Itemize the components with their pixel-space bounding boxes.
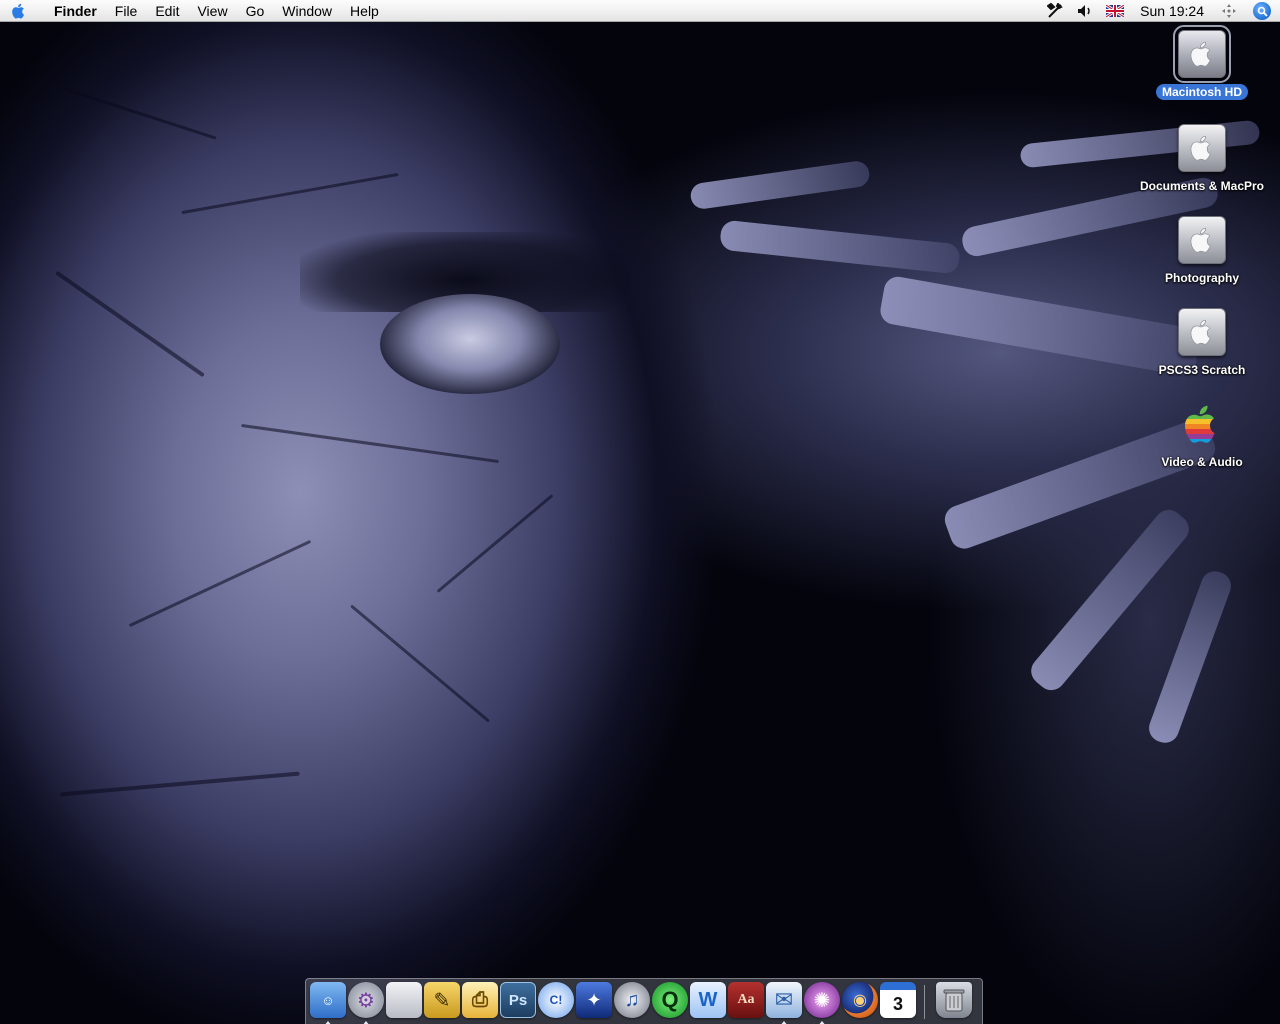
apple-menu[interactable] xyxy=(0,0,38,22)
menu-clock[interactable]: Sun 19:24 xyxy=(1130,3,1214,19)
dock-dictionary[interactable]: Aa xyxy=(728,982,764,1018)
hard-drive-icon xyxy=(1178,124,1226,172)
wizard-icon: ✦ xyxy=(586,989,602,1010)
volume-icon[interactable] xyxy=(1070,0,1100,22)
printer-icon: ⎙ xyxy=(472,988,488,1011)
wallpaper-hand xyxy=(689,159,871,211)
wallpaper-crack xyxy=(55,270,205,378)
comic-life-icon: C! xyxy=(549,993,563,1007)
tools-icon[interactable] xyxy=(1040,0,1070,22)
move-arrows-icon[interactable] xyxy=(1214,0,1244,22)
spotlight-ball xyxy=(1253,2,1271,20)
menu-extras: Sun 19:24 xyxy=(1040,0,1280,22)
apple-logo-icon xyxy=(12,3,24,18)
photoshop-icon: Ps xyxy=(508,991,528,1009)
menu-help[interactable]: Help xyxy=(341,0,388,22)
menu-edit[interactable]: Edit xyxy=(146,0,188,22)
desktop-icon-label: PSCS3 Scratch xyxy=(1158,363,1246,377)
desktop-icon-label: Video & Audio xyxy=(1161,455,1243,469)
wallpaper-hand xyxy=(719,219,961,275)
menu-view[interactable]: View xyxy=(188,0,236,22)
hard-drive-icon xyxy=(1178,308,1226,356)
dock-wizard-app[interactable]: ✦ xyxy=(576,982,612,1018)
desktop-icon-documents-macpro[interactable]: Documents & MacPro xyxy=(1127,124,1277,194)
menu-file[interactable]: File xyxy=(106,0,147,22)
nebula-icon: ✺ xyxy=(813,989,831,1012)
dock-firefox[interactable]: ◉ xyxy=(842,982,878,1018)
wallpaper-crack xyxy=(241,423,499,464)
web-w-icon: W xyxy=(698,988,718,1011)
dock-ical[interactable]: 3 xyxy=(880,982,916,1018)
rainbow-apple-icon xyxy=(1178,400,1226,448)
finder-icon: ☺ xyxy=(321,992,335,1008)
dock-photoshop[interactable]: Ps xyxy=(500,982,536,1018)
desktop-icon-label: Documents & MacPro xyxy=(1139,179,1265,193)
itunes-icon: ♫ xyxy=(624,988,640,1011)
dock: ☺ ⚙ ✎ ⎙ Ps C! ✦ ♫ Q W Aa ✉ ✺ ◉ 3 xyxy=(305,978,983,1024)
dock-boot-camp[interactable] xyxy=(386,982,422,1018)
calendar-icon: 3 xyxy=(892,993,903,1014)
mail-icon: ✉ xyxy=(774,987,794,1012)
dock-itunes[interactable]: ♫ xyxy=(614,982,650,1018)
gear-prefs-icon: ⚙ xyxy=(357,989,375,1012)
wallpaper-crack xyxy=(128,539,312,628)
hard-drive-icon xyxy=(1173,25,1231,83)
spotlight-search-icon[interactable] xyxy=(1244,0,1280,22)
wallpaper-crack xyxy=(181,172,399,215)
menu-bar: Finder File Edit View Go Window Help Sun… xyxy=(0,0,1280,22)
desktop-icon-label: Macintosh HD xyxy=(1155,84,1248,100)
menu-app-name[interactable]: Finder xyxy=(38,0,106,22)
dock-comic-life[interactable]: C! xyxy=(538,982,574,1018)
firefox-icon: ◉ xyxy=(853,992,867,1009)
desktop-icon-macintosh-hd[interactable]: Macintosh HD xyxy=(1127,25,1277,100)
hard-drive-icon xyxy=(1178,216,1226,264)
desktop-wallpaper xyxy=(0,22,1280,1024)
dictionary-icon: Aa xyxy=(737,992,755,1007)
wallpaper-crack xyxy=(350,604,490,723)
dock-separator xyxy=(924,985,925,1019)
trash-icon xyxy=(943,989,965,1012)
dock-trash[interactable] xyxy=(936,982,972,1018)
menu-go[interactable]: Go xyxy=(237,0,274,22)
desktop-icon-label: Photography xyxy=(1165,271,1239,285)
dock-quicktime[interactable]: Q xyxy=(652,982,688,1018)
pencil-icon: ✎ xyxy=(433,989,451,1012)
quicktime-icon: Q xyxy=(661,987,679,1012)
dock-pencil-app[interactable]: ✎ xyxy=(424,982,460,1018)
wallpaper-eye xyxy=(380,294,560,394)
dock-system-preferences[interactable]: ⚙ xyxy=(348,982,384,1024)
desktop-icon-photography[interactable]: Photography xyxy=(1127,216,1277,286)
wallpaper-hand xyxy=(1145,567,1235,747)
wallpaper-crack xyxy=(60,771,300,797)
desktop-icon-pscs3-scratch[interactable]: PSCS3 Scratch xyxy=(1127,308,1277,378)
wallpaper-crack xyxy=(436,494,554,593)
desktop-icon-video-audio[interactable]: Video & Audio xyxy=(1127,400,1277,470)
dock-mail[interactable]: ✉ xyxy=(766,982,802,1024)
dock-web-app[interactable]: W xyxy=(690,982,726,1018)
menu-window[interactable]: Window xyxy=(273,0,341,22)
wallpaper-crack xyxy=(63,87,217,140)
dock-printer-app[interactable]: ⎙ xyxy=(462,982,498,1018)
uk-flag-icon[interactable] xyxy=(1100,0,1130,22)
dock-ical-app[interactable]: ✺ xyxy=(804,982,840,1024)
dock-finder[interactable]: ☺ xyxy=(310,982,346,1024)
